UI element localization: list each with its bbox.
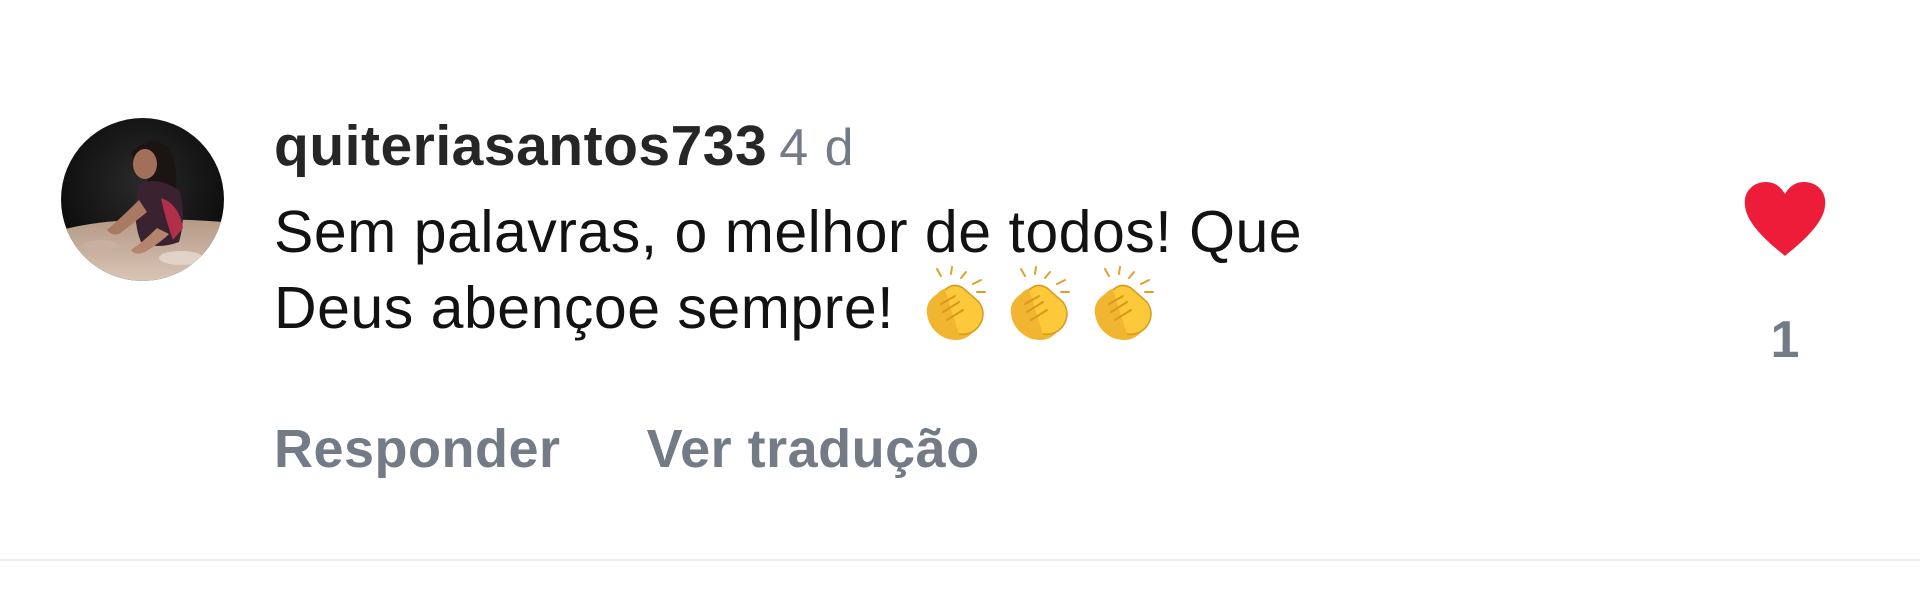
comment-text-line: Deus abençoe sempre! bbox=[274, 266, 1674, 352]
clapping-hands-icon bbox=[1010, 266, 1070, 341]
comment-text-line: Sem palavras, o melhor de todos! Que bbox=[274, 199, 1303, 265]
like-column: 1 bbox=[1730, 180, 1840, 370]
heart-icon[interactable] bbox=[1743, 180, 1827, 258]
comment-header: quiteriasantos733 4 d bbox=[274, 110, 1674, 182]
clapping-hands-icon bbox=[1094, 266, 1154, 341]
comment-actions: Responder Ver tradução bbox=[274, 418, 980, 480]
see-translation-button[interactable]: Ver tradução bbox=[647, 419, 980, 479]
avatar[interactable] bbox=[61, 118, 224, 281]
clapping-hands-icon bbox=[926, 266, 986, 341]
comment-text: Sem palavras, o melhor de todos! Que Deu… bbox=[274, 194, 1674, 352]
user-avatar-photo bbox=[61, 118, 224, 281]
reply-button[interactable]: Responder bbox=[274, 419, 561, 479]
comment-text-segment: Deus abençoe sempre! bbox=[274, 275, 895, 341]
divider bbox=[0, 559, 1920, 561]
comment-item: quiteriasantos733 4 d Sem palavras, o mel… bbox=[0, 0, 1920, 561]
comment-body: quiteriasantos733 4 d Sem palavras, o mel… bbox=[274, 110, 1674, 352]
like-count: 1 bbox=[1770, 311, 1800, 369]
comment-timestamp: 4 d bbox=[779, 119, 855, 177]
username-link[interactable]: quiteriasantos733 bbox=[274, 114, 767, 178]
